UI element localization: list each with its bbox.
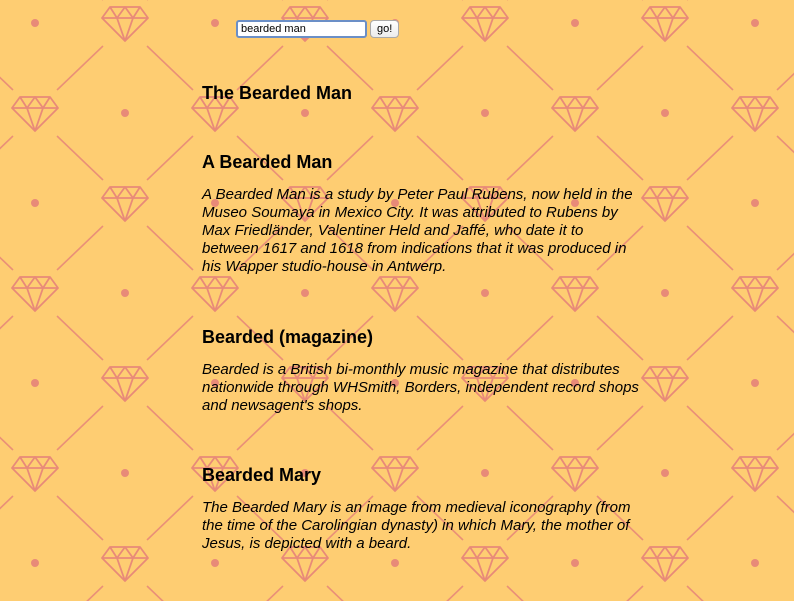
search-input[interactable] bbox=[236, 20, 367, 38]
result-description: The Bearded Mary is an image from mediev… bbox=[202, 499, 631, 552]
search-form: go! bbox=[236, 20, 400, 38]
page-content: go! The Bearded Man A Bearded Man A Bear… bbox=[0, 0, 794, 601]
search-result: Bearded (magazine) Bearded is a British … bbox=[202, 326, 642, 415]
page-title: The Bearded Man bbox=[202, 83, 353, 103]
result-description: Bearded is a British bi-monthly music ma… bbox=[202, 361, 639, 414]
go-button[interactable]: go! bbox=[370, 20, 400, 38]
search-result: Bearded Mary The Bearded Mary is an imag… bbox=[202, 464, 642, 553]
result-title: Bearded (magazine) bbox=[202, 327, 374, 347]
result-description: A Bearded Man is a study by Peter Paul R… bbox=[202, 186, 633, 275]
result-title: A Bearded Man bbox=[202, 152, 333, 172]
search-result: A Bearded Man A Bearded Man is a study b… bbox=[202, 151, 642, 276]
result-title: Bearded Mary bbox=[202, 465, 322, 485]
